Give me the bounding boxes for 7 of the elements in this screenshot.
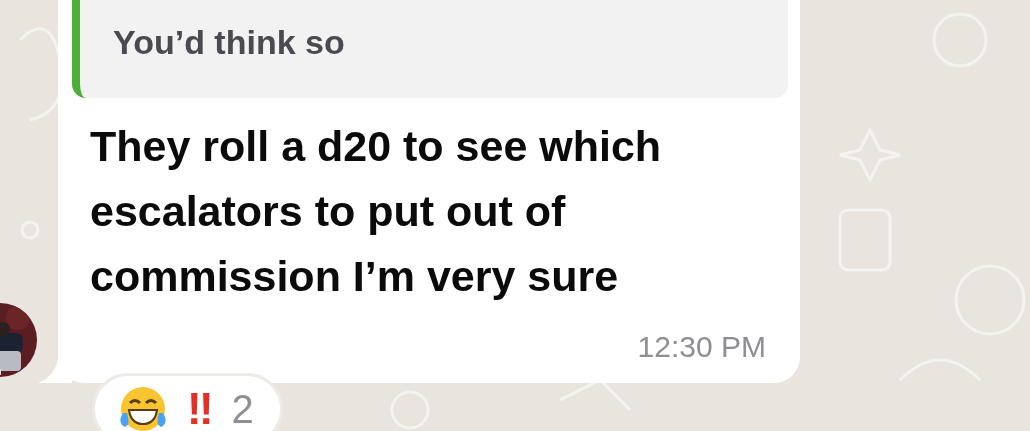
quoted-text: You’d think so [113, 22, 346, 62]
quoted-reply[interactable]: You’d think so [72, 0, 788, 98]
reaction-pill[interactable]: ‼ 2 [92, 373, 283, 431]
message-text: They roll a d20 to see which escalators to put out of commission I’m very sure [90, 121, 663, 302]
message-time: 12:30 PM [636, 329, 767, 365]
reaction-count: 2 [231, 389, 254, 429]
reaction-mark: ‼ [187, 387, 214, 431]
